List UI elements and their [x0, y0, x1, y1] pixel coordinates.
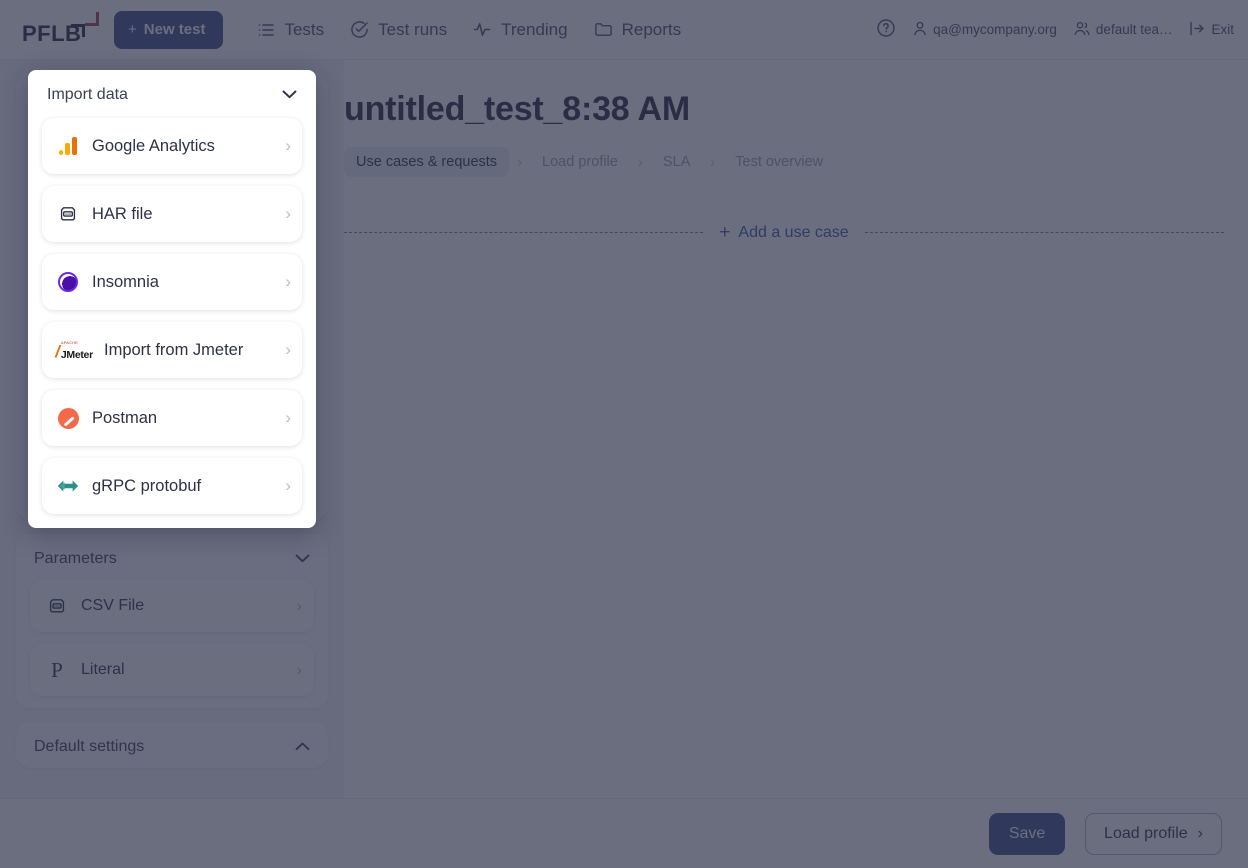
import-item-jmeter[interactable]: / APACHE JMeter Import from Jmeter › — [42, 322, 302, 378]
import-data-header[interactable]: Import data — [42, 86, 302, 104]
chevron-right-icon: › — [285, 136, 291, 155]
chevron-right-icon: › — [285, 476, 291, 495]
chevron-down-icon[interactable] — [282, 86, 297, 104]
import-data-title: Import data — [47, 86, 128, 103]
import-data-popover: Import data Google Analytics › HAR HAR f… — [28, 70, 316, 528]
grpc-icon — [55, 473, 81, 499]
chevron-right-icon: › — [285, 408, 291, 427]
chevron-right-icon: › — [285, 204, 291, 223]
import-item-har-file[interactable]: HAR HAR file › — [42, 186, 302, 242]
import-item-postman[interactable]: Postman › — [42, 390, 302, 446]
svg-text:HAR: HAR — [65, 212, 72, 216]
chevron-right-icon: › — [285, 340, 291, 359]
import-item-label: Import from Jmeter — [104, 340, 244, 359]
import-item-google-analytics[interactable]: Google Analytics › — [42, 118, 302, 174]
google-analytics-icon — [55, 133, 81, 159]
jmeter-icon: / APACHE JMeter — [55, 339, 93, 361]
har-file-icon: HAR — [55, 201, 81, 227]
insomnia-icon — [55, 269, 81, 295]
import-item-grpc-protobuf[interactable]: gRPC protobuf › — [42, 458, 302, 514]
chevron-right-icon: › — [285, 272, 291, 291]
import-item-label: Google Analytics — [92, 136, 215, 155]
import-item-insomnia[interactable]: Insomnia › — [42, 254, 302, 310]
import-item-label: HAR file — [92, 204, 153, 223]
app-root: PFLB + New test Tests — [0, 0, 1248, 868]
import-item-label: Insomnia — [92, 272, 159, 291]
postman-icon — [55, 405, 81, 431]
import-item-label: Postman — [92, 408, 158, 427]
import-item-label: gRPC protobuf — [92, 476, 202, 495]
